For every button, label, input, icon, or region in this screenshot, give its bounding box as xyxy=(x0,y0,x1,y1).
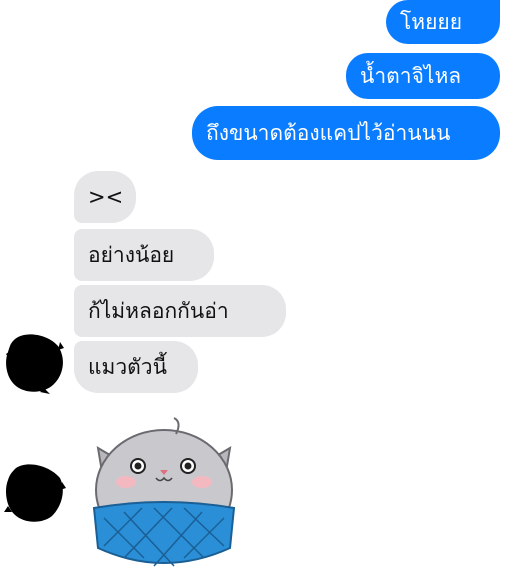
incoming-message[interactable]: ก้ไม่หลอกกันอ่า xyxy=(74,285,286,337)
incoming-message[interactable]: >< xyxy=(74,171,136,223)
avatar[interactable] xyxy=(4,332,66,394)
outgoing-message[interactable]: น้ำตาจิไหล xyxy=(346,53,500,99)
message-text: อย่างน้อย xyxy=(88,242,175,267)
message-text: โหยยย xyxy=(400,9,463,34)
incoming-message[interactable]: แมวตัวนี้ xyxy=(74,341,198,393)
outgoing-message[interactable]: ถึงขนาดต้องแคปไว้อ่านนน xyxy=(192,106,500,160)
message-text: ก้ไม่หลอกกันอ่า xyxy=(88,298,229,323)
avatar[interactable] xyxy=(4,462,66,524)
message-text: แมวตัวนี้ xyxy=(88,354,167,379)
outgoing-message[interactable]: โหยยย xyxy=(386,0,500,44)
message-text: น้ำตาจิไหล xyxy=(360,63,462,88)
incoming-message[interactable]: อย่างน้อย xyxy=(74,229,214,281)
chat-thread: โหยยย น้ำตาจิไหล ถึงขนาดต้องแคปไว้อ่านนน… xyxy=(0,0,526,584)
cat-ball-sticker-icon[interactable] xyxy=(84,408,244,578)
message-text: >< xyxy=(88,184,124,209)
message-text: ถึงขนาดต้องแคปไว้อ่านนน xyxy=(206,120,451,145)
